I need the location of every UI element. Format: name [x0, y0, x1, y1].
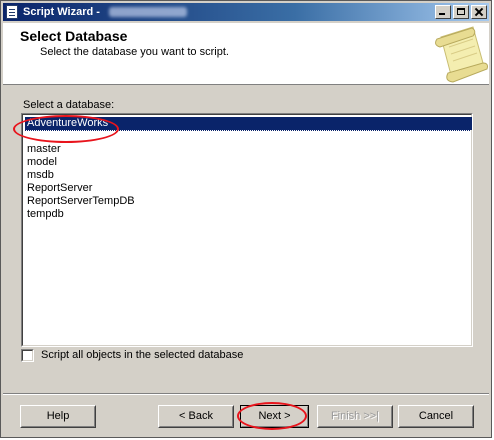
title-bar[interactable]: Script Wizard -: [3, 3, 489, 21]
script-document-icon: [6, 5, 18, 19]
next-button-highlight-ellipse: [237, 402, 307, 430]
select-database-label: Select a database:: [23, 99, 115, 111]
list-item[interactable]: tempdb: [25, 208, 64, 221]
database-listbox[interactable]: AdventureWorks master model msdb ReportS…: [21, 113, 473, 347]
list-item[interactable]: ReportServer: [25, 182, 92, 195]
script-all-objects-checkbox[interactable]: [21, 349, 34, 362]
cancel-button[interactable]: Cancel: [398, 405, 474, 428]
scroll-icon: [435, 26, 488, 83]
wizard-header: Select Database Select the database you …: [3, 23, 489, 85]
script-all-objects-label: Script all objects in the selected datab…: [41, 349, 244, 361]
list-item[interactable]: model: [25, 156, 57, 169]
page-subtitle: Select the database you want to script.: [40, 46, 229, 58]
list-item[interactable]: msdb: [25, 169, 54, 182]
redacted-server-name: [109, 7, 187, 17]
help-button[interactable]: Help: [20, 405, 96, 428]
maximize-button[interactable]: [453, 5, 469, 19]
list-item[interactable]: master: [25, 143, 61, 156]
finish-button[interactable]: Finish >>|: [317, 405, 393, 428]
list-item[interactable]: ReportServerTempDB: [25, 195, 135, 208]
selection-highlight-ellipse: [13, 115, 119, 143]
button-bar-separator: [3, 393, 489, 395]
minimize-button[interactable]: [435, 5, 451, 19]
close-button[interactable]: [471, 5, 487, 19]
script-wizard-window: Script Wizard - Select Database Select t…: [0, 0, 492, 438]
database-listbox-frame: AdventureWorks master model msdb ReportS…: [22, 114, 472, 346]
back-button[interactable]: < Back: [158, 405, 234, 428]
window-title: Script Wizard -: [23, 6, 100, 18]
page-title: Select Database: [20, 28, 128, 44]
